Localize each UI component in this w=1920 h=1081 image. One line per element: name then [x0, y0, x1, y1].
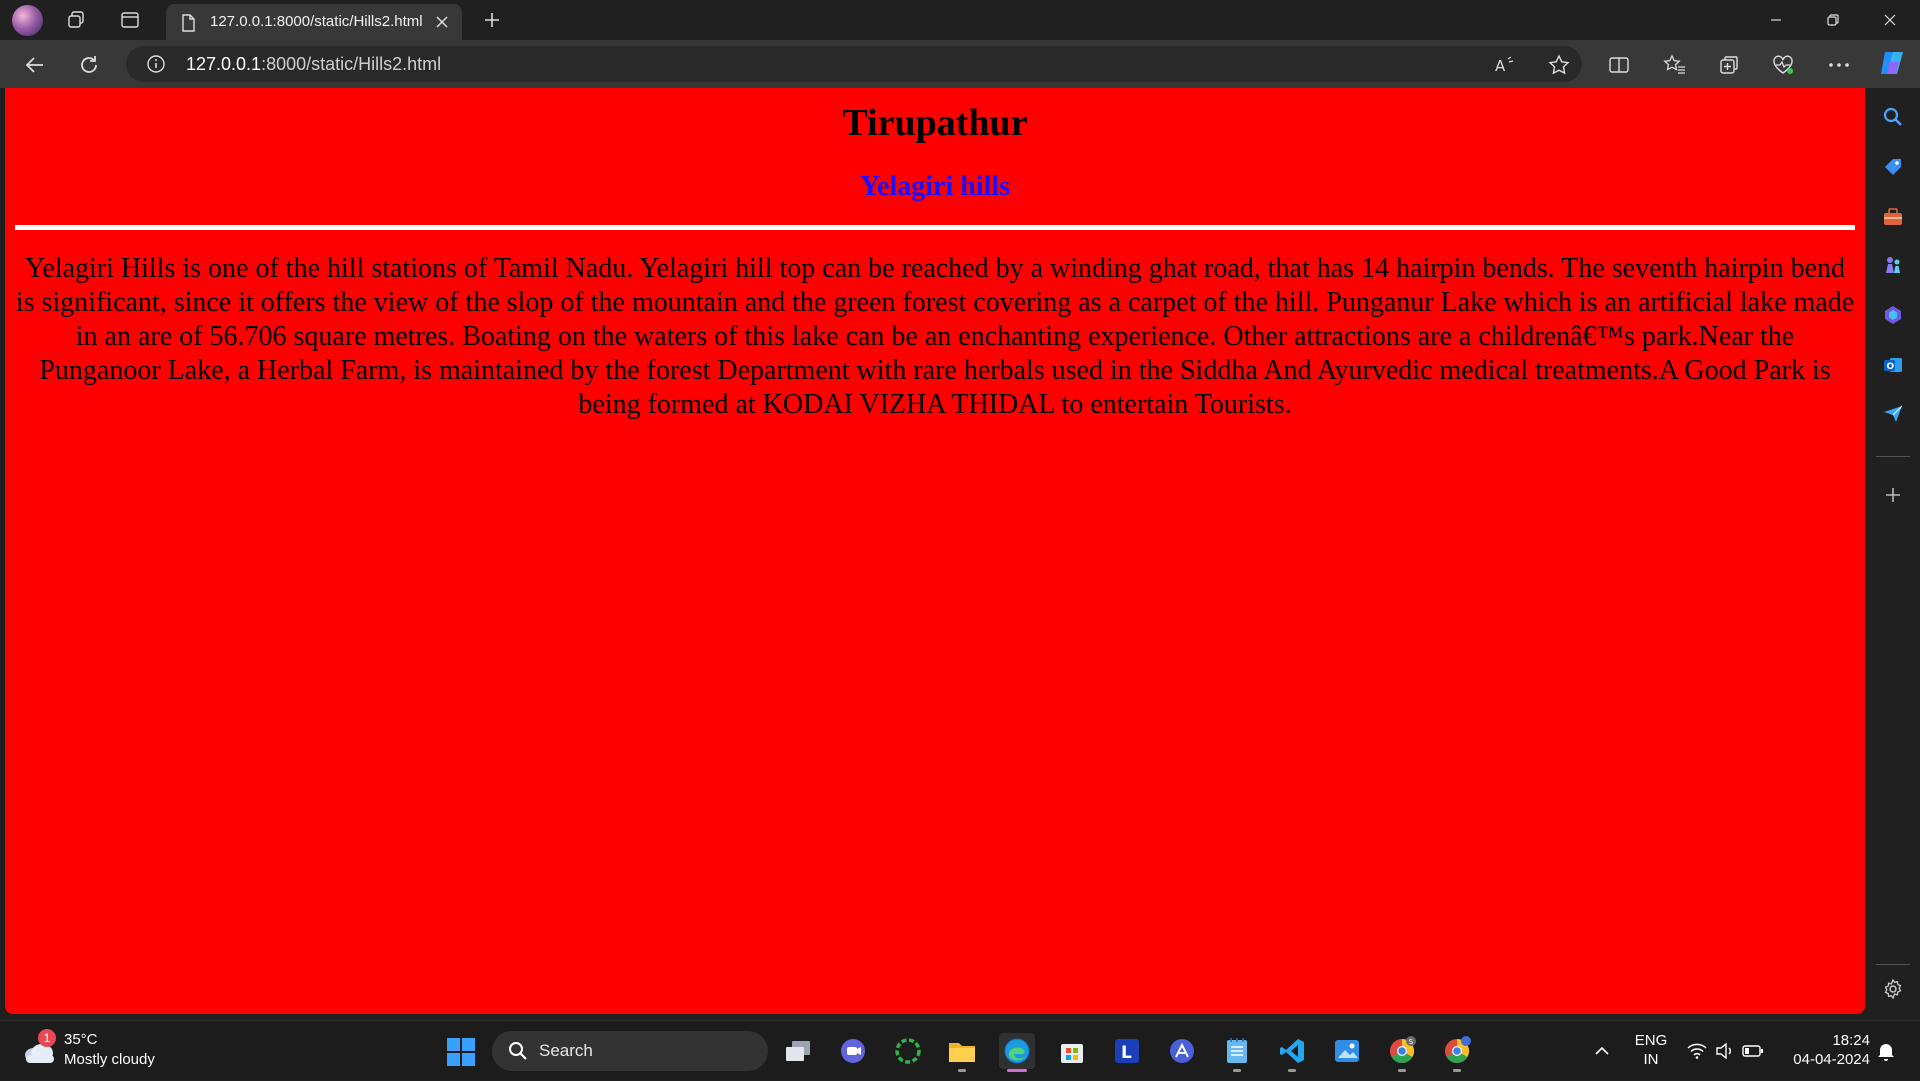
input-language-indicator[interactable]: ENG IN — [1630, 1031, 1672, 1069]
l-app-icon[interactable]: L — [1109, 1033, 1145, 1069]
running-indicator — [1453, 1069, 1461, 1072]
svg-text:A: A — [1495, 57, 1506, 75]
weather-temperature[interactable]: 35°C — [64, 1031, 98, 1048]
weather-description[interactable]: Mostly cloudy — [64, 1051, 155, 1068]
shopping-tag-icon[interactable] — [1878, 152, 1908, 182]
file-explorer-icon[interactable] — [944, 1033, 980, 1072]
running-indicator — [1233, 1069, 1241, 1072]
browser-essentials-icon[interactable] — [1768, 50, 1798, 80]
sidebar-search-icon[interactable] — [1878, 102, 1908, 132]
sidebar-divider — [1876, 456, 1910, 457]
more-options-icon[interactable] — [1824, 50, 1854, 80]
collections-icon[interactable] — [1714, 50, 1744, 80]
system-clock[interactable]: 18:24 04-04-2024 — [1776, 1031, 1870, 1069]
photo-app-icon[interactable] — [1329, 1033, 1365, 1069]
sidebar-settings-gear-icon[interactable] — [1878, 974, 1908, 1004]
sidebar-divider-bottom — [1876, 964, 1910, 965]
games-chess-icon[interactable] — [1878, 250, 1908, 280]
minimize-icon[interactable] — [1748, 0, 1804, 40]
clock-date: 04-04-2024 — [1793, 1051, 1870, 1068]
send-paper-plane-icon[interactable] — [1878, 398, 1908, 428]
back-arrow-icon[interactable] — [20, 50, 50, 80]
edge-browser-icon[interactable] — [999, 1033, 1035, 1072]
running-indicator — [958, 1069, 966, 1072]
weather-alert-badge: 1 — [38, 1029, 56, 1047]
address-bar[interactable]: 127.0.0.1:8000/static/Hills2.html A — [126, 46, 1582, 82]
vscode-icon[interactable] — [1274, 1033, 1310, 1072]
running-indicator — [1288, 1069, 1296, 1072]
close-tab-icon[interactable] — [432, 12, 452, 32]
running-indicator — [1398, 1069, 1406, 1072]
favorites-icon[interactable] — [1660, 50, 1690, 80]
language-code: ENG — [1634, 1032, 1668, 1049]
chrome-profile-s-icon[interactable]: S — [1384, 1033, 1420, 1072]
region-code: IN — [1643, 1051, 1659, 1068]
refresh-icon[interactable] — [74, 50, 104, 80]
split-screen-icon[interactable] — [1604, 50, 1634, 80]
outlook-icon[interactable]: O — [1878, 350, 1908, 380]
microsoft-store-icon[interactable] — [1054, 1033, 1090, 1069]
navigation-toolbar: 127.0.0.1:8000/static/Hills2.html A — [0, 40, 1920, 88]
restore-icon[interactable] — [1805, 0, 1861, 40]
page-paragraph: Yelagiri Hills is one of the hill statio… — [15, 253, 1855, 420]
taskbar-search-box[interactable]: Search — [492, 1031, 768, 1071]
notepad-icon[interactable] — [1219, 1033, 1255, 1072]
triangle-app-icon[interactable] — [1164, 1033, 1200, 1069]
read-aloud-icon[interactable]: A — [1492, 52, 1518, 78]
tab-strip: 127.0.0.1:8000/static/Hills2.html — [0, 0, 1920, 40]
copilot-icon[interactable] — [1878, 48, 1908, 78]
tab-title: 127.0.0.1:8000/static/Hills2.html — [210, 13, 423, 30]
svg-text:O: O — [1887, 362, 1895, 372]
clock-time: 18:24 — [1832, 1032, 1870, 1049]
search-label: Search — [539, 1041, 593, 1060]
workspaces-icon[interactable] — [62, 6, 90, 34]
windows-start-icon[interactable] — [446, 1037, 476, 1067]
page-viewport: Tirupathur Yelagiri hills Yelagiri Hills… — [5, 88, 1865, 1014]
url-text[interactable]: 127.0.0.1:8000/static/Hills2.html — [186, 54, 441, 75]
teams-chat-icon[interactable] — [835, 1033, 871, 1069]
browser-window: 127.0.0.1:8000/static/Hills2.html 127.0.… — [0, 0, 1920, 1080]
svg-text:L: L — [1121, 1043, 1132, 1063]
site-info-icon[interactable] — [146, 54, 166, 79]
loading-ring-app-icon[interactable] — [890, 1033, 926, 1069]
task-view-icon[interactable] — [780, 1033, 816, 1069]
page-subheading: Yelagiri hills — [859, 171, 1011, 202]
profile-avatar[interactable] — [12, 5, 43, 36]
wifi-icon[interactable] — [1684, 1021, 1710, 1081]
horizontal-rule — [15, 225, 1855, 230]
new-tab-icon[interactable] — [478, 6, 506, 34]
vertical-tabs-icon[interactable] — [116, 6, 144, 34]
search-icon — [508, 1041, 528, 1066]
battery-icon[interactable] — [1740, 1021, 1766, 1081]
add-sidebar-app-icon[interactable] — [1878, 480, 1908, 510]
chrome-profile-icon[interactable] — [1439, 1033, 1475, 1072]
volume-icon[interactable] — [1712, 1021, 1738, 1081]
edge-sidebar: O — [1866, 88, 1920, 1014]
page-icon — [180, 14, 196, 37]
tab-active[interactable]: 127.0.0.1:8000/static/Hills2.html — [166, 4, 462, 40]
microsoft-365-icon[interactable] — [1878, 300, 1908, 330]
windows-taskbar: 1 35°C Mostly cloudy Search L S ENG IN 1… — [0, 1020, 1920, 1080]
show-hidden-icons-chevron-icon[interactable] — [1590, 1021, 1614, 1081]
favorite-star-icon[interactable] — [1546, 52, 1572, 78]
active-indicator — [1007, 1069, 1027, 1072]
close-window-icon[interactable] — [1862, 0, 1918, 40]
page-heading: Tirupathur — [842, 102, 1028, 144]
tools-briefcase-icon[interactable] — [1878, 202, 1908, 232]
svg-text:S: S — [1409, 1038, 1414, 1046]
notification-bell-icon[interactable] — [1872, 1021, 1900, 1081]
